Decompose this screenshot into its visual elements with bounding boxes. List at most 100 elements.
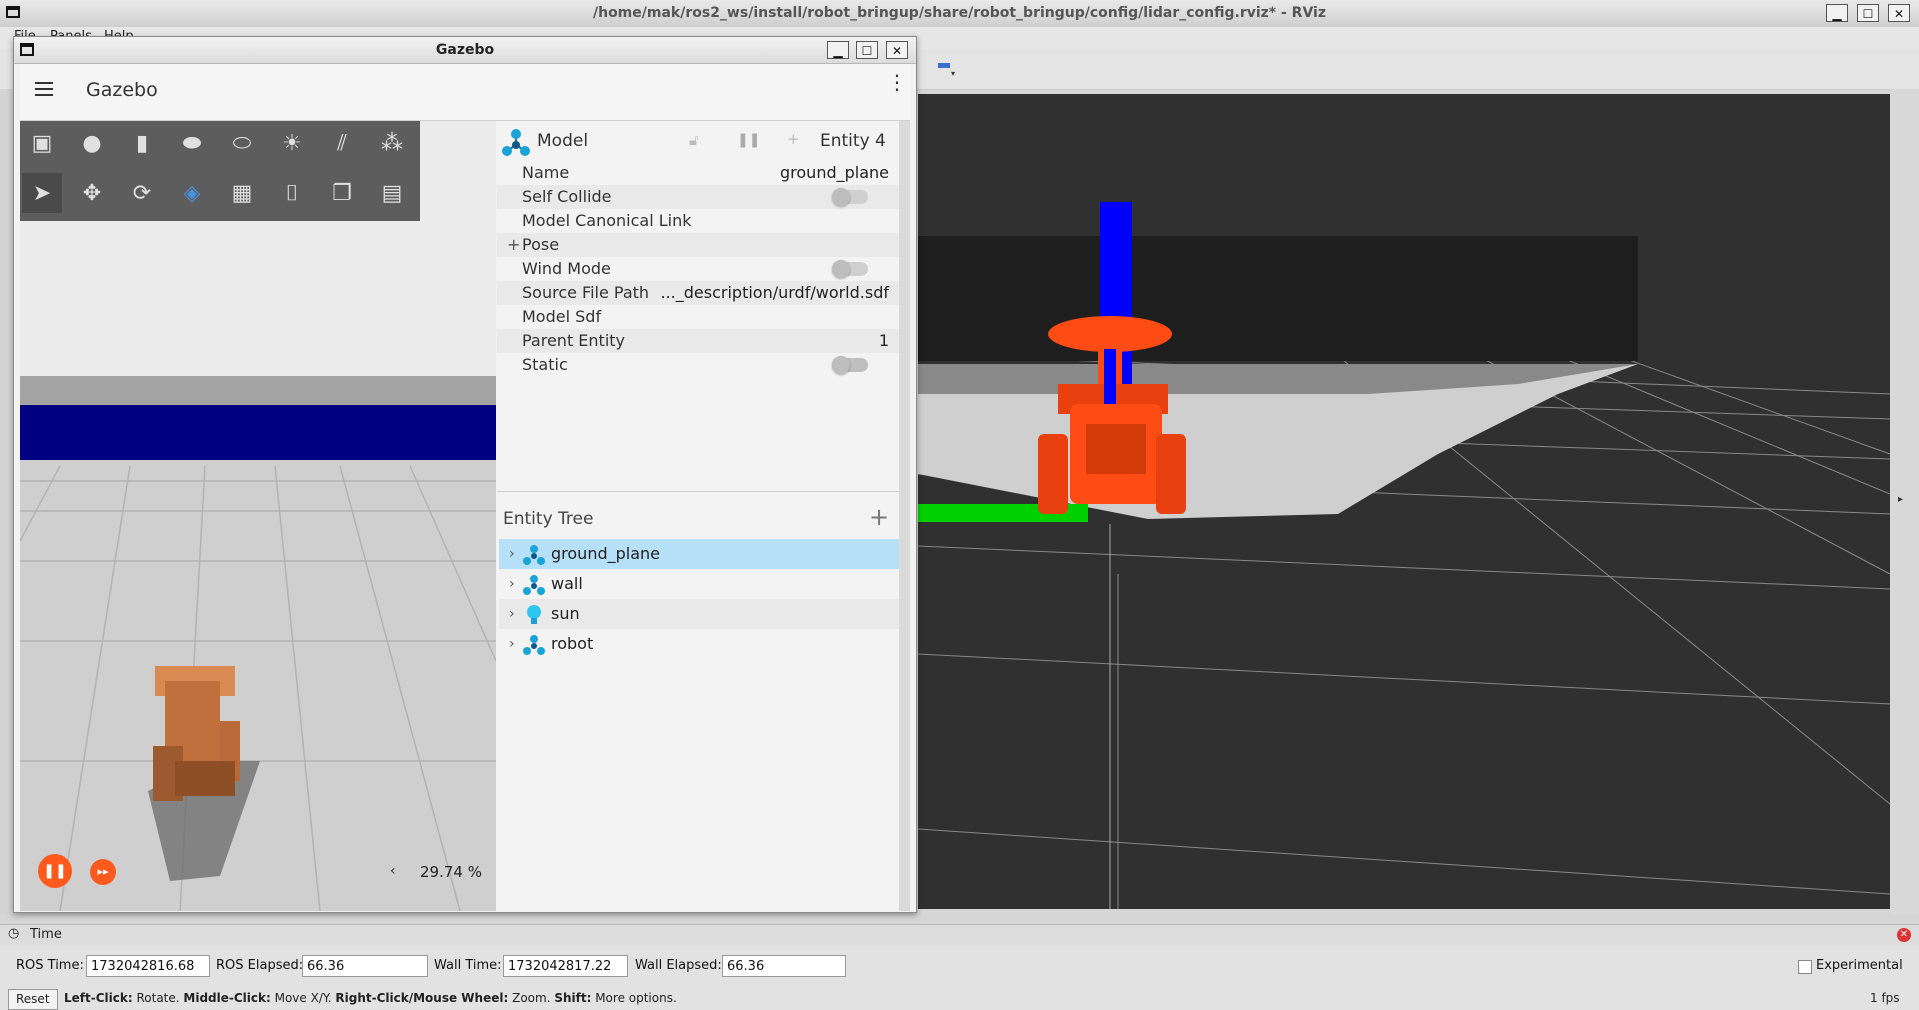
wall-elapsed-field[interactable]: 66.36 <box>722 955 846 977</box>
toolbar-dropdown-icon[interactable]: ▾ <box>951 69 955 78</box>
hint-middle-click-key: Middle-Click: <box>183 991 271 1005</box>
spot-light-icon[interactable]: ⁂ <box>372 123 412 163</box>
gazebo-3d-scene[interactable]: ▣ ● ▮ ⬬ ⬭ ☀ ⫽ ⁂ ➤ ✥ ⟳ ◈ ▦ ⌷ ❐ ▤ ❚❚ ▸▸ ‹ … <box>20 121 496 911</box>
rviz-minimize-button[interactable]: ▁ <box>1826 4 1848 22</box>
property-wind-mode-row: Wind Mode <box>497 257 899 281</box>
time-panel-title: Time <box>30 927 62 942</box>
ros-elapsed-field[interactable]: 66.36 <box>302 955 428 977</box>
model-icon <box>502 129 530 156</box>
property-label: Name <box>522 163 570 182</box>
transform-control-icon[interactable]: ◈ <box>172 173 212 213</box>
model-icon <box>523 545 545 565</box>
gazebo-minimize-button[interactable]: ▁ <box>827 41 849 59</box>
add-component-icon[interactable]: + <box>787 130 800 148</box>
copy-icon[interactable]: ❐ <box>322 173 362 213</box>
point-light-icon[interactable]: ☀ <box>272 123 312 163</box>
experimental-checkbox[interactable] <box>1798 960 1812 974</box>
ros-time-label: ROS Time: <box>16 958 84 973</box>
gazebo-scene-render[interactable] <box>20 121 496 911</box>
gazebo-window: Gazebo ▁ ☐ ✕ Gazebo ⋮ ▣ ● ▮ ⬬ ⬭ ☀ ⫽ ⁂ ➤ … <box>13 36 917 913</box>
stats-collapse-icon[interactable]: ‹ <box>390 863 396 879</box>
directional-light-icon[interactable]: ⫽ <box>322 123 362 163</box>
rotate-tool-icon[interactable]: ⟳ <box>122 173 162 213</box>
gazebo-robot[interactable] <box>153 666 240 801</box>
rviz-scene[interactable] <box>918 94 1890 909</box>
tree-item-sun[interactable]: › sun <box>499 599 899 629</box>
play-pause-button[interactable]: ❚❚ <box>38 854 72 888</box>
time-panel-close-icon[interactable]: ✕ <box>1897 928 1911 942</box>
lock-icon[interactable]: 🔓︎ <box>689 131 699 149</box>
screenshot-camera-icon[interactable]: ⌷ <box>272 173 312 213</box>
rviz-3d-viewport[interactable] <box>918 94 1890 909</box>
sphere-shape-icon[interactable]: ● <box>72 123 112 163</box>
capsule-shape-icon[interactable]: ⬬ <box>172 123 212 163</box>
light-bulb-icon <box>527 605 541 624</box>
status-bar: Reset Left-Click: Rotate. Middle-Click: … <box>0 986 1919 1010</box>
property-label: Wind Mode <box>522 259 611 278</box>
real-time-factor: 29.74 % <box>420 863 482 881</box>
step-forward-button[interactable]: ▸▸ <box>90 859 116 885</box>
inspector-entity: Entity 4 <box>820 131 886 151</box>
model-icon <box>523 635 545 655</box>
rviz-right-dock: ▸ <box>1890 89 1919 915</box>
hamburger-menu-icon[interactable] <box>35 82 53 96</box>
gazebo-close-button[interactable]: ✕ <box>886 41 908 59</box>
tree-item-label: robot <box>551 634 594 653</box>
rviz-maximize-button[interactable]: ☐ <box>1857 4 1879 22</box>
tree-item-label: sun <box>551 604 580 623</box>
gazebo-title-bar: Gazebo ▁ ☐ ✕ <box>14 37 916 64</box>
property-parent-entity-row: Parent Entity 1 <box>497 329 899 353</box>
property-value[interactable]: ground_plane <box>780 161 889 185</box>
expand-chevron-icon[interactable]: › <box>509 599 515 629</box>
time-panel-header: ◷ Time ✕ <box>0 924 1919 946</box>
rviz-window-title: /home/mak/ros2_ws/install/robot_bringup/… <box>592 5 1327 21</box>
tree-item-robot[interactable]: › robot <box>499 629 899 659</box>
property-name-row: Name ground_plane <box>497 161 899 185</box>
property-label: Pose <box>522 235 560 254</box>
reset-button[interactable]: Reset <box>8 989 58 1010</box>
wind-mode-toggle[interactable] <box>832 260 868 278</box>
box-shape-icon[interactable]: ▣ <box>22 123 62 163</box>
grid-snap-icon[interactable]: ▦ <box>222 173 262 213</box>
clock-icon: ◷ <box>8 926 20 941</box>
fps-readout: 1 fps <box>1870 991 1900 1005</box>
hint-left-click-text: Rotate. <box>132 991 184 1005</box>
select-tool-icon[interactable]: ➤ <box>22 173 62 213</box>
expand-chevron-icon[interactable]: › <box>509 629 515 659</box>
rviz-title-bar: /home/mak/ros2_ws/install/robot_bringup/… <box>0 0 1919 28</box>
static-toggle[interactable] <box>832 356 868 374</box>
property-label: Model Canonical Link <box>522 211 692 230</box>
ellipsoid-shape-icon[interactable]: ⬭ <box>222 123 262 163</box>
hint-middle-click-text: Move X/Y. <box>270 991 336 1005</box>
hint-shift-text: More options. <box>591 991 677 1005</box>
hint-left-click-key: Left-Click: <box>64 991 133 1005</box>
add-entity-icon[interactable]: + <box>869 503 889 531</box>
pause-updates-icon[interactable]: ❚❚ <box>737 132 760 148</box>
cylinder-shape-icon[interactable]: ▮ <box>122 123 162 163</box>
property-pose-row[interactable]: + Pose <box>497 233 899 257</box>
expand-chevron-icon[interactable]: › <box>509 539 515 569</box>
ros-time-field[interactable]: 1732042816.68 <box>86 955 210 977</box>
wall-pointcloud <box>918 236 1638 361</box>
expand-plus-icon[interactable]: + <box>507 233 520 257</box>
expand-chevron-icon[interactable]: › <box>509 569 515 599</box>
wall-time-field[interactable]: 1732042817.22 <box>503 955 628 977</box>
toolbar-tool-icon[interactable] <box>938 63 950 68</box>
collapse-arrow-icon[interactable]: ▸ <box>1898 494 1903 505</box>
gazebo-wall <box>20 405 496 460</box>
side-panel-scrollbar[interactable] <box>899 121 910 911</box>
self-collide-toggle[interactable] <box>832 188 868 206</box>
property-label: Source File Path <box>522 283 650 302</box>
property-label: Model Sdf <box>522 307 602 326</box>
tree-item-wall[interactable]: › wall <box>499 569 899 599</box>
hint-right-click-key: Right-Click/Mouse Wheel: <box>335 991 509 1005</box>
tree-item-ground-plane[interactable]: › ground_plane <box>499 539 899 569</box>
gazebo-maximize-button[interactable]: ☐ <box>856 41 878 59</box>
time-panel-body: ROS Time: 1732042816.68 ROS Elapsed: 66.… <box>0 945 1919 986</box>
panel-divider <box>497 491 899 492</box>
translate-tool-icon[interactable]: ✥ <box>72 173 112 213</box>
overflow-menu-icon[interactable]: ⋮ <box>887 72 907 92</box>
paste-icon[interactable]: ▤ <box>372 173 412 213</box>
experimental-label: Experimental <box>1816 958 1903 973</box>
rviz-close-button[interactable]: ✕ <box>1888 4 1910 22</box>
